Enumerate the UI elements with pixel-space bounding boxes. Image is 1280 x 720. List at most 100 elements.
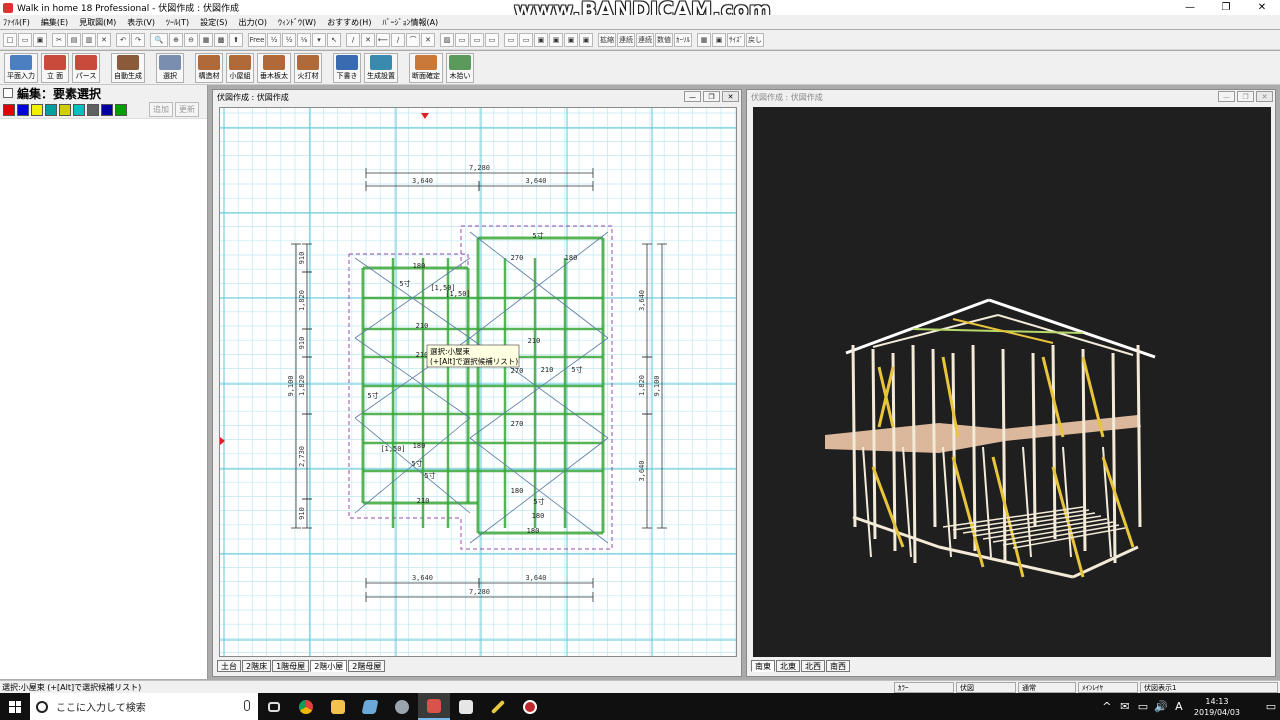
view-minimize-button[interactable]: — [1218,91,1235,102]
toolbar-button-41[interactable]: ｶｰｿﾙ [674,32,692,47]
palette-swatch-2[interactable] [31,103,43,116]
toolbar-button-10[interactable]: ⊕ [169,32,183,47]
toolbar-button-39[interactable]: 連続 [636,32,654,47]
app-icon-dark[interactable] [450,693,482,720]
toolbar-button-26[interactable]: ✕ [421,32,435,47]
toolbar-button-37[interactable]: 拡縮 [598,32,616,47]
minimize-button[interactable]: — [1172,0,1208,15]
toolbar-button-18[interactable]: ⅛ [297,32,311,47]
toolbar-button-35[interactable]: ▣ [564,32,578,47]
command-button-1[interactable]: 立 面 [41,52,69,83]
chrome-icon[interactable] [290,693,322,720]
task-view-icon[interactable] [258,693,290,720]
bandicam-record-icon[interactable] [514,693,546,720]
toolbar-button-9[interactable]: 🔍 [150,32,168,47]
notification-icon[interactable]: ▭ [1262,700,1280,713]
tray-network-icon[interactable]: ▭ [1134,700,1152,713]
toolbar-button-43[interactable]: ▣ [712,32,726,47]
plan-tab-3[interactable]: 2階小屋 [310,660,348,672]
toolbar-button-5[interactable]: ▥ [82,32,96,47]
tray-ime-icon[interactable]: A [1170,700,1188,713]
menu-item-4[interactable]: ﾂｰﾙ(T) [166,17,189,28]
palette-swatch-1[interactable] [17,103,29,116]
panel-button-0[interactable]: 追加 [149,102,173,117]
plan-canvas[interactable]: 7,280 3,640 3,640 3,640 3,640 7,280 910 1,820 91… [219,107,737,657]
toolbar-button-38[interactable]: 連続 [617,32,635,47]
plan-close-button[interactable]: ✕ [722,91,739,102]
panel-button-1[interactable]: 更新 [175,102,199,117]
close-button[interactable]: ✕ [1244,0,1280,15]
toolbar-button-32[interactable]: ▭ [519,32,533,47]
toolbar-button-6[interactable]: ✕ [97,32,111,47]
perspective-viewport[interactable] [753,107,1271,657]
plan-tab-2[interactable]: 1階母屋 [272,660,310,672]
toolbar-button-21[interactable]: / [346,32,360,47]
view-tab-2[interactable]: 北西 [801,660,825,672]
app-icon-gray[interactable] [386,693,418,720]
view-tab-3[interactable]: 南西 [826,660,850,672]
walk-in-home-taskbar-icon[interactable] [418,693,450,720]
command-button-5[interactable]: 構造材 [195,52,223,83]
palette-swatch-7[interactable] [101,103,113,116]
toolbar-button-27[interactable]: ▨ [440,32,454,47]
toolbar-button-13[interactable]: ▩ [214,32,228,47]
command-button-8[interactable]: 火打材 [294,52,322,83]
pencil-app-icon[interactable] [482,693,514,720]
command-button-9[interactable]: 下書き [333,52,361,83]
toolbar-button-34[interactable]: ▣ [549,32,563,47]
palette-swatch-5[interactable] [73,103,85,116]
command-button-2[interactable]: パース [72,52,100,83]
toolbar-button-19[interactable]: ▾ [312,32,326,47]
toolbar-button-7[interactable]: ↶ [116,32,130,47]
command-button-10[interactable]: 生成設置 [364,52,398,83]
toolbar-button-14[interactable]: ⬆ [229,32,243,47]
toolbar-button-12[interactable]: ▦ [199,32,213,47]
toolbar-button-16[interactable]: ½ [267,32,281,47]
file-explorer-icon[interactable] [322,693,354,720]
plan-tab-1[interactable]: 2階床 [242,660,272,672]
start-button[interactable] [0,693,30,720]
toolbar-button-20[interactable]: ↖ [327,32,341,47]
tray-mail-icon[interactable]: ✉ [1116,700,1134,713]
tray-clock[interactable]: 14:13 2019/04/03 [1194,696,1240,718]
tray-expand-icon[interactable]: ^ [1098,700,1116,713]
command-button-12[interactable]: 木拾い [446,52,474,83]
toolbar-button-31[interactable]: ▭ [504,32,518,47]
toolbar-button-44[interactable]: ｻｲｽﾞ [727,32,745,47]
toolbar-button-28[interactable]: ▭ [455,32,469,47]
menu-item-2[interactable]: 見取図(M) [79,17,116,28]
toolbar-button-30[interactable]: ▭ [485,32,499,47]
taskbar-search[interactable]: ここに入力して検索 [30,693,258,720]
palette-swatch-3[interactable] [45,103,57,116]
toolbar-button-36[interactable]: ▣ [579,32,593,47]
toolbar-button-29[interactable]: ▭ [470,32,484,47]
toolbar-button-40[interactable]: 数値 [655,32,673,47]
command-button-11[interactable]: 断面確定 [409,52,443,83]
view-close-button[interactable]: ✕ [1256,91,1273,102]
toolbar-button-23[interactable]: ⟵ [376,32,390,47]
toolbar-button-0[interactable]: □ [3,32,17,47]
menu-item-6[interactable]: 出力(O) [238,17,267,28]
menu-item-8[interactable]: おすすめ(H) [327,17,371,28]
toolbar-button-24[interactable]: / [391,32,405,47]
toolbar-button-3[interactable]: ✂ [52,32,66,47]
command-button-3[interactable]: 自動生成 [111,52,145,83]
toolbar-button-4[interactable]: ▤ [67,32,81,47]
toolbar-button-15[interactable]: Free [248,32,266,47]
view-maximize-button[interactable]: ❐ [1237,91,1254,102]
menu-item-3[interactable]: 表示(V) [127,17,155,28]
plan-maximize-button[interactable]: ❐ [703,91,720,102]
command-button-4[interactable]: 選択 [156,52,184,83]
app-icon-blue[interactable] [354,693,386,720]
view-tab-1[interactable]: 北東 [776,660,800,672]
menu-item-5[interactable]: 設定(S) [200,17,227,28]
plan-minimize-button[interactable]: — [684,91,701,102]
view-tab-0[interactable]: 南東 [751,660,775,672]
toolbar-button-8[interactable]: ↷ [131,32,145,47]
palette-swatch-6[interactable] [87,103,99,116]
maximize-button[interactable]: ❐ [1208,0,1244,15]
toolbar-button-42[interactable]: ▦ [697,32,711,47]
tray-volume-icon[interactable]: 🔊 [1152,700,1170,713]
plan-tab-0[interactable]: 土台 [217,660,241,672]
command-button-7[interactable]: 垂木板太 [257,52,291,83]
